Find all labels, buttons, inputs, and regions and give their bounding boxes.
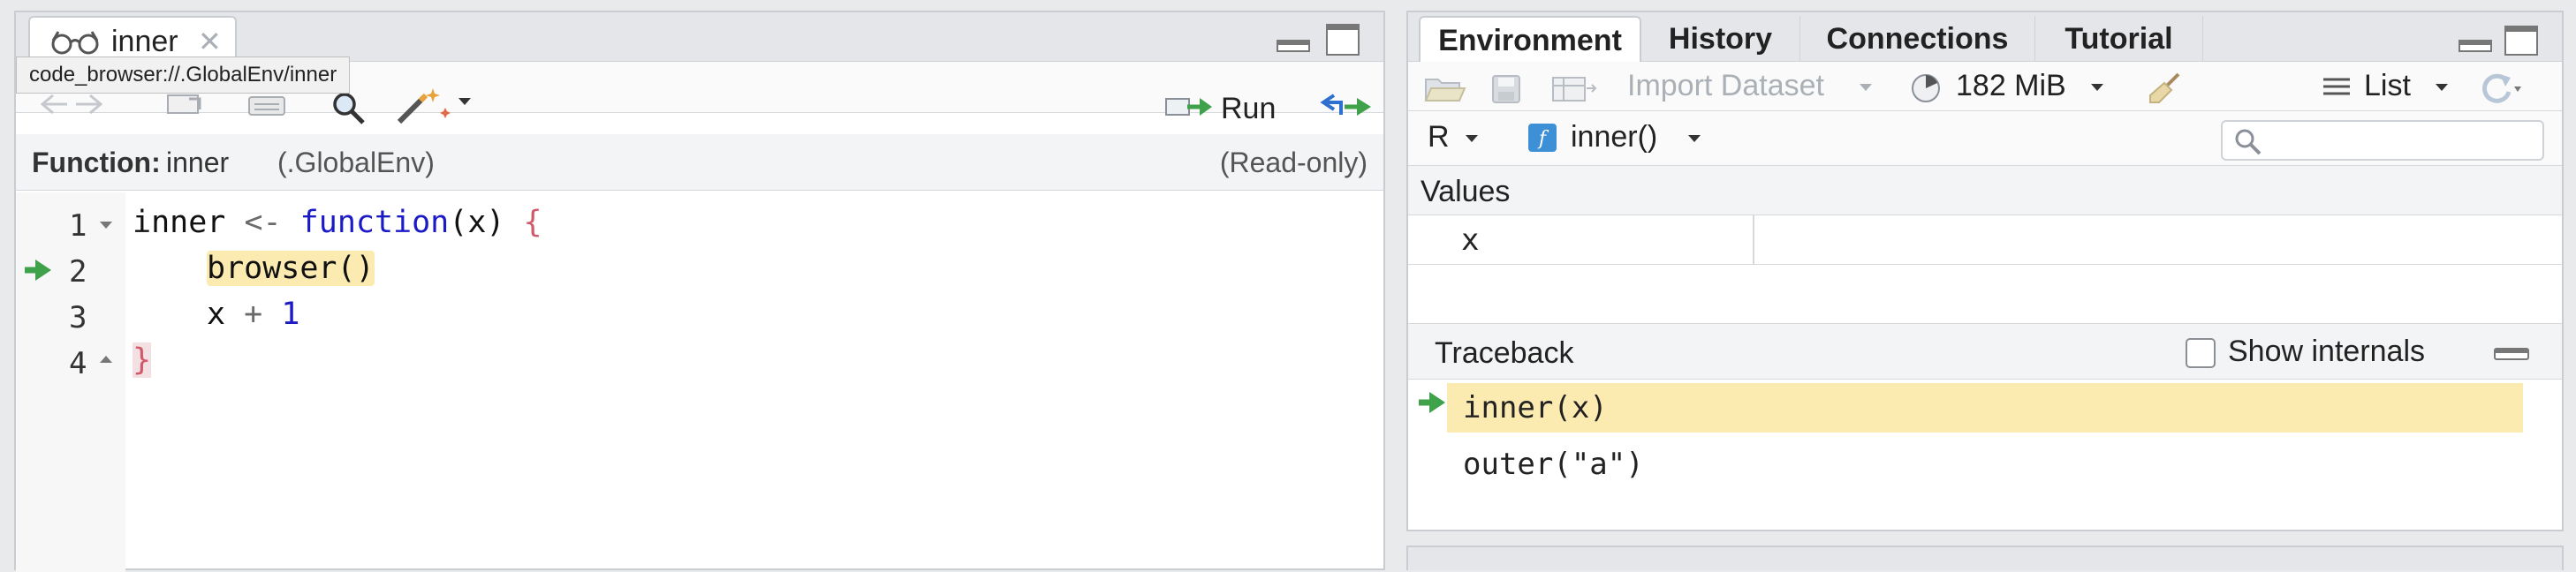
show-internals-checkbox[interactable] [2186,338,2216,368]
readonly-label: (Read-only) [1219,147,1368,178]
values-section-header: Values [1408,166,2562,215]
code-identifier: inner [133,205,226,240]
function-name: inner [166,147,230,178]
chevron-down-icon[interactable] [458,97,472,106]
glasses-icon [49,30,101,55]
import-dataset-icon[interactable] [1551,76,1597,102]
collapse-section-icon[interactable] [2493,345,2530,363]
chevron-down-icon[interactable] [2090,83,2104,92]
code-args: (x) [449,205,505,240]
maximize-pane-icon[interactable] [1325,23,1360,56]
line-number: 4 [69,346,87,381]
save-icon[interactable] [1491,74,1521,104]
chevron-down-icon[interactable] [1859,83,1873,92]
refresh-icon[interactable] [2479,71,2521,106]
line-number: 3 [69,300,87,335]
environment-pane: Environment History Connections Tutorial… [1406,11,2564,531]
code-number: 1 [281,297,300,332]
code-keyword: function [299,205,450,240]
tab-tutorial[interactable]: Tutorial [2035,16,2203,64]
back-arrow-icon[interactable] [41,94,102,115]
scope-bar: R f inner() [1408,111,2562,166]
language-selector[interactable]: R [1428,120,1450,154]
fold-down-icon[interactable] [99,221,113,230]
close-tab-icon[interactable]: ✕ [198,25,222,58]
memory-usage-button[interactable]: 182 MiB [1956,69,2066,103]
source-tabbar: inner ✕ [16,12,1383,64]
maximize-pane-icon[interactable] [2504,25,2539,56]
minimize-pane-icon[interactable] [1276,32,1311,53]
code-operator: + [244,297,263,332]
frame-selector[interactable]: inner() [1571,120,1657,154]
code-identifier: x [207,297,226,332]
memory-pie-icon [1910,72,1942,104]
show-in-window-icon[interactable] [166,94,205,115]
environment-toolbar: Import Dataset 182 MiB List [1408,62,2562,111]
function-info-bar: Function: inner (.GlobalEnv) (Read-only) [16,134,1383,191]
traceback-label: Traceback [1435,336,1574,370]
broom-icon[interactable] [2147,71,2182,106]
current-frame-arrow-icon [1417,390,1447,415]
run-button[interactable]: Run [1221,92,1276,126]
traceback-frame[interactable]: inner(x) [1447,383,2523,433]
chevron-down-icon[interactable] [2435,83,2449,92]
line-gutter: 1 2 3 4 [16,192,125,572]
function-label: Function: [32,147,161,178]
variable-name: x [1461,222,1480,258]
magic-wand-icon[interactable] [394,85,458,125]
fold-up-icon[interactable] [99,355,113,364]
run-icon[interactable] [1164,92,1214,120]
code-line-4: } [133,342,152,378]
current-statement: browser() [207,251,375,286]
code-brace: { [523,205,542,240]
compile-report-icon[interactable] [247,95,286,117]
code-line-3: x + 1 [207,297,299,332]
current-line-arrow-icon [23,258,53,282]
traceback-frame[interactable]: outer("a") [1447,440,2523,489]
environment-search-input[interactable] [2221,120,2544,161]
source-tab-label: inner [111,25,178,58]
line-number: 1 [69,208,87,244]
minimize-pane-icon[interactable] [2458,35,2493,53]
function-icon: f [1528,124,1557,152]
chevron-down-icon[interactable] [1687,134,1701,143]
tab-connections[interactable]: Connections [1800,16,2035,64]
chevron-down-icon[interactable] [1465,134,1479,143]
list-view-button[interactable]: List [2364,69,2411,103]
bottom-pane-tabbar [1406,546,2564,570]
function-env: (.GlobalEnv) [277,147,435,178]
show-internals-label[interactable]: Show internals [2228,335,2425,369]
open-folder-icon[interactable] [1424,72,1466,104]
code-line-1: inner <- function(x) { [133,205,542,240]
search-icon[interactable] [330,90,366,125]
search-icon [2233,127,2263,155]
rerun-icon[interactable] [1318,92,1375,120]
column-divider [1753,215,1754,265]
line-number: 2 [69,254,87,290]
environment-tabbar: Environment History Connections Tutorial [1408,12,2562,64]
tab-tooltip: code_browser://.GlobalEnv/inner [16,56,351,94]
list-view-icon[interactable] [2322,76,2352,101]
code-line-2: browser() [207,251,375,286]
source-pane: inner ✕ code_browser://.GlobalEnv/inner [14,11,1385,572]
tab-history[interactable]: History [1641,16,1800,64]
code-brace: } [133,342,152,378]
traceback-section-header: Traceback Show internals [1408,323,2562,380]
table-row[interactable]: x [1408,215,2562,265]
tab-environment[interactable]: Environment [1419,16,1641,64]
import-dataset-button[interactable]: Import Dataset [1627,69,1824,103]
values-label: Values [1421,175,1511,208]
code-operator: <- [244,205,282,240]
